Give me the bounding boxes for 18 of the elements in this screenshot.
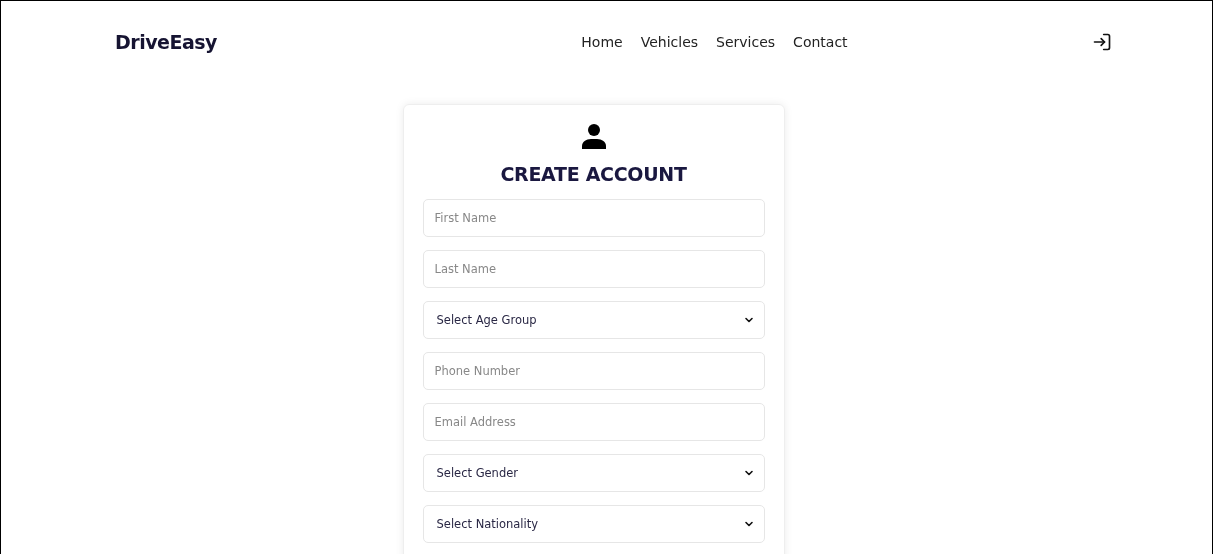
form-title: CREATE ACCOUNT — [500, 163, 687, 185]
user-icon — [580, 123, 607, 149]
input-field[interactable]: Email Address — [422, 403, 765, 441]
caret-icon — [743, 468, 754, 478]
caret-icon — [743, 315, 754, 325]
input-field[interactable]: Phone Number — [422, 352, 765, 390]
login-icon[interactable] — [1092, 32, 1112, 52]
nav-link[interactable]: Vehicles — [640, 34, 699, 50]
select-field[interactable]: Select Nationality — [422, 505, 765, 543]
input-field[interactable]: First Name — [422, 199, 765, 237]
nav-link[interactable]: Services — [716, 34, 776, 50]
nav-link[interactable]: Home — [581, 34, 623, 50]
input-field[interactable]: Last Name — [422, 250, 765, 288]
select-field[interactable]: Select Age Group — [422, 301, 765, 339]
select-field[interactable]: Select Gender — [422, 454, 765, 492]
brand-logo[interactable]: DriveEasy — [115, 31, 217, 53]
nav-link[interactable]: Contact — [793, 34, 848, 50]
caret-icon — [743, 519, 754, 529]
